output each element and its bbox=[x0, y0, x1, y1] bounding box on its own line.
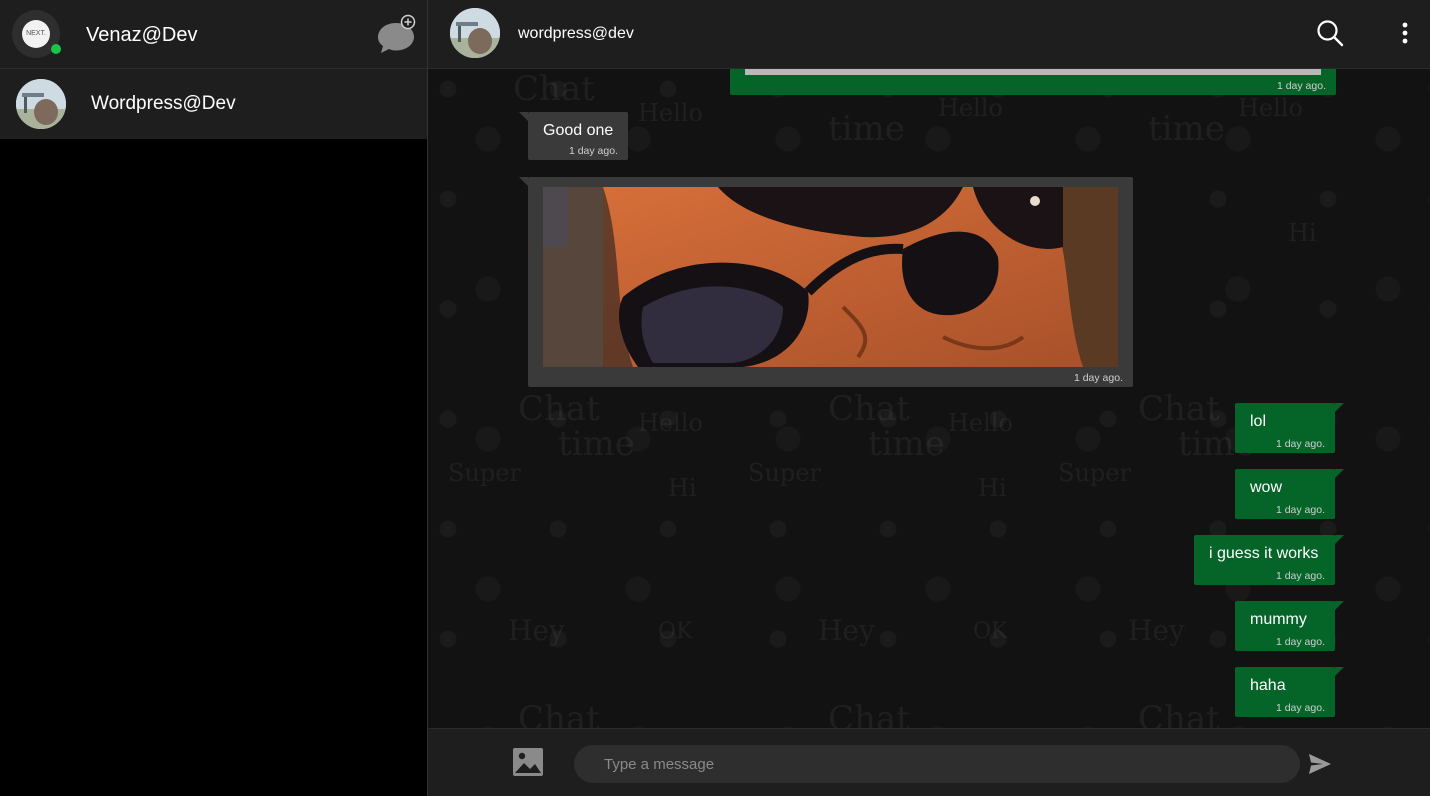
bubble-tail bbox=[1335, 535, 1344, 544]
contact-name: Wordpress@Dev bbox=[91, 93, 236, 114]
contact-avatar bbox=[16, 79, 66, 129]
message-bubble-incoming[interactable]: Good one 1 day ago. bbox=[519, 112, 628, 160]
background-doodle: Hey bbox=[818, 614, 875, 647]
bubble-tail bbox=[1335, 469, 1344, 478]
message-time: 1 day ago. bbox=[1275, 636, 1325, 648]
message-image[interactable] bbox=[543, 187, 1118, 367]
background-doodle: Hello bbox=[638, 99, 703, 127]
background-doodle: time bbox=[828, 109, 905, 149]
message-bubble-outgoing[interactable]: mummy 1 day ago. bbox=[1235, 601, 1344, 651]
chat-contact-avatar[interactable] bbox=[450, 8, 500, 58]
message-text: lol bbox=[1250, 413, 1267, 430]
bubble-tail bbox=[1335, 667, 1344, 676]
message-text: Good one bbox=[543, 122, 614, 139]
bubble-tail bbox=[1335, 403, 1344, 412]
background-doodle: Chat bbox=[518, 699, 600, 728]
sidebar-header: NEXT. Venaz@Dev bbox=[0, 0, 427, 69]
background-doodle: time bbox=[558, 424, 635, 464]
bubble-tail bbox=[1335, 601, 1344, 610]
chat-title: wordpress@dev bbox=[518, 25, 634, 42]
background-doodle: Hey bbox=[508, 614, 565, 647]
message-list[interactable]: Chat Hello time time Hello Hello Chat Ch… bbox=[428, 69, 1430, 728]
message-time: 1 day ago. bbox=[1275, 504, 1325, 516]
background-doodle: Hi bbox=[1288, 219, 1317, 247]
bubble-tail bbox=[519, 112, 528, 121]
user-avatar[interactable]: NEXT. bbox=[12, 10, 61, 58]
background-doodle: Super bbox=[1058, 459, 1131, 487]
chat-header: wordpress@dev bbox=[428, 0, 1430, 69]
message-image[interactable] bbox=[745, 69, 1321, 75]
message-bubble-outgoing[interactable]: wow 1 day ago. bbox=[1235, 469, 1344, 519]
new-chat-icon[interactable] bbox=[376, 14, 418, 56]
background-doodle: time bbox=[1148, 109, 1225, 149]
image-icon[interactable] bbox=[512, 747, 544, 777]
background-doodle: Super bbox=[448, 459, 521, 487]
search-icon[interactable] bbox=[1315, 18, 1345, 48]
message-bubble-incoming-image[interactable]: 1 day ago. bbox=[519, 177, 1133, 387]
chat-panel: wordpress@dev Chat Hello time time Hello… bbox=[428, 0, 1430, 796]
message-time: 1 day ago. bbox=[568, 145, 618, 157]
send-icon[interactable] bbox=[1308, 753, 1332, 775]
background-doodle: Hello bbox=[1238, 94, 1303, 122]
background-doodle: Super bbox=[748, 459, 821, 487]
message-time: 1 day ago. bbox=[1275, 570, 1325, 582]
background-doodle: Hello bbox=[938, 94, 1003, 122]
user-name: Venaz@Dev bbox=[86, 24, 198, 46]
background-doodle: Hey bbox=[1128, 614, 1185, 647]
message-time: 1 day ago. bbox=[1275, 438, 1325, 450]
message-bubble-outgoing[interactable]: lol 1 day ago. bbox=[1235, 403, 1344, 453]
sidebar: NEXT. Venaz@Dev Wordpress@Dev bbox=[0, 0, 428, 796]
message-input[interactable] bbox=[574, 745, 1300, 783]
more-vertical-icon[interactable] bbox=[1390, 18, 1420, 48]
background-doodle: Chat bbox=[828, 699, 910, 728]
background-doodle: Hi bbox=[668, 474, 697, 502]
message-time: 1 day ago. bbox=[1073, 372, 1123, 384]
app: NEXT. Venaz@Dev Wordpress@Dev wordpress@… bbox=[0, 0, 1430, 796]
online-status-dot bbox=[51, 44, 61, 54]
message-text: i guess it works bbox=[1209, 545, 1319, 562]
message-time: 1 day ago. bbox=[1275, 702, 1325, 714]
background-doodle: Hi bbox=[978, 474, 1007, 502]
background-doodle: Chat bbox=[828, 389, 910, 429]
background-doodle: OK bbox=[973, 619, 1008, 644]
message-bubble-outgoing[interactable]: i guess it works 1 day ago. bbox=[1194, 535, 1344, 585]
message-bubble-outgoing[interactable]: haha 1 day ago. bbox=[1235, 667, 1344, 717]
background-doodle: Chat bbox=[518, 389, 600, 429]
background-doodle: Chat bbox=[1138, 389, 1220, 429]
message-text: mummy bbox=[1250, 611, 1307, 628]
background-doodle: time bbox=[868, 424, 945, 464]
background-doodle: Hello bbox=[948, 409, 1013, 437]
message-time: 1 day ago. bbox=[1276, 80, 1326, 92]
background-doodle: Hello bbox=[638, 409, 703, 437]
background-doodle: Chat bbox=[513, 69, 595, 109]
next-logo: NEXT. bbox=[22, 20, 50, 48]
contact-item[interactable]: Wordpress@Dev bbox=[0, 69, 427, 139]
background-doodle: OK bbox=[658, 619, 693, 644]
message-text: haha bbox=[1250, 677, 1286, 694]
bubble-tail bbox=[519, 177, 528, 186]
message-text: wow bbox=[1250, 479, 1283, 496]
message-bubble-outgoing[interactable]: 1 day ago. bbox=[730, 69, 1336, 95]
composer-bar bbox=[428, 728, 1430, 796]
background-doodle: Chat bbox=[1138, 699, 1220, 728]
